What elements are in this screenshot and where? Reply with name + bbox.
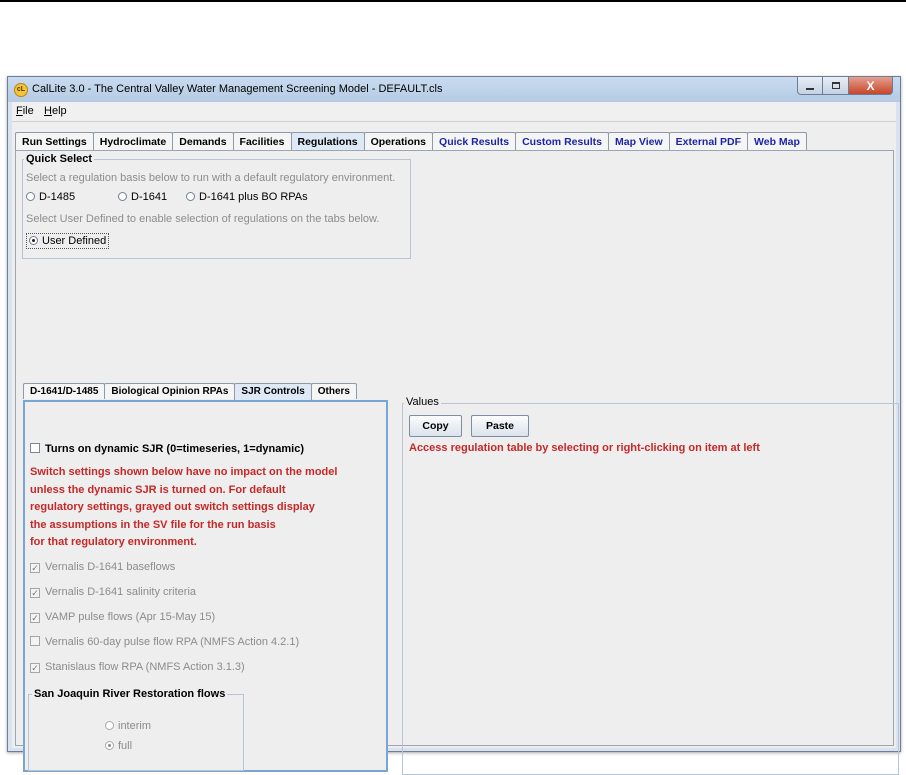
radio-label: D-1641 plus BO RPAs: [199, 191, 308, 203]
regulation-sub-tab-bar: D-1641/D-1485 Biological Opinion RPAs SJR …: [23, 383, 357, 400]
values-group: [402, 403, 899, 775]
minimize-icon: [806, 87, 814, 90]
copy-button[interactable]: Copy: [409, 415, 462, 437]
tab-regulations[interactable]: Regulations: [290, 132, 365, 151]
radio-d1641[interactable]: D-1641: [118, 191, 167, 203]
quick-select-instruction: Select a regulation basis below to run w…: [26, 172, 396, 184]
radio-interim[interactable]: interim: [105, 720, 151, 732]
switch-checkbox[interactable]: ✓ VAMP pulse flows (Apr 15-May 15): [30, 611, 215, 623]
warning-line: for that regulatory environment.: [30, 536, 197, 548]
minimize-button[interactable]: [797, 77, 823, 95]
window-title: CalLite 3.0 - The Central Valley Water M…: [32, 83, 443, 95]
switch-label: Vernalis D-1641 salinity criteria: [45, 586, 197, 598]
page-top-rule: [0, 0, 906, 2]
subtab-biological-opinion-rpas[interactable]: Biological Opinion RPAs: [104, 383, 236, 399]
checkbox-box: [30, 636, 40, 646]
radio-label: User Defined: [42, 235, 107, 247]
checkmark-icon: ✓: [30, 663, 40, 673]
switch-label: VAMP pulse flows (Apr 15-May 15): [45, 611, 216, 623]
radio-label: full: [118, 740, 133, 752]
tab-external-pdf[interactable]: External PDF: [668, 132, 749, 150]
radio-full[interactable]: full: [105, 740, 132, 752]
tab-map-view[interactable]: Map View: [608, 132, 670, 150]
radio-d1485[interactable]: D-1485: [26, 191, 75, 203]
menu-help[interactable]: Help: [44, 105, 67, 117]
checkmark-icon: ✓: [30, 588, 40, 598]
regulations-panel: Quick Select Select a regulation basis b…: [15, 150, 899, 775]
switch-checkbox[interactable]: ✓ Vernalis D-1641 salinity criteria: [30, 586, 196, 598]
switch-label: Vernalis D-1641 baseflows: [45, 561, 176, 573]
subtab-sjr-controls[interactable]: SJR Controls: [234, 383, 312, 400]
switch-checkbox[interactable]: ✓ Stanislaus flow RPA (NMFS Action 3.1.3): [30, 661, 245, 673]
tab-run-settings[interactable]: Run Settings: [15, 132, 94, 150]
dynamic-sjr-checkbox[interactable]: Turns on dynamic SJR (0=timeseries, 1=dy…: [30, 443, 304, 455]
sjr-controls-panel: Turns on dynamic SJR (0=timeseries, 1=dy…: [23, 400, 388, 772]
subtab-others[interactable]: Others: [310, 383, 357, 399]
main-tab-bar: Run Settings Hydroclimate Demands Facilitie…: [15, 132, 807, 151]
close-button[interactable]: X: [849, 77, 893, 95]
checkmark-icon: ✓: [30, 563, 40, 573]
restoration-title: San Joaquin River Restoration flows: [32, 688, 228, 700]
restoration-group: [28, 694, 244, 771]
radio-label: D-1485: [39, 191, 76, 203]
warning-line: Switch settings shown below have no impa…: [30, 466, 338, 478]
tab-demands[interactable]: Demands: [172, 132, 234, 150]
radio-circle: [186, 192, 195, 201]
title-bar[interactable]: cL CalLite 3.0 - The Central Valley Wate…: [8, 77, 900, 102]
tab-facilities[interactable]: Facilities: [232, 132, 292, 150]
menu-file[interactable]: File: [16, 105, 34, 117]
radio-user-defined[interactable]: User Defined: [26, 233, 110, 249]
switch-checkbox[interactable]: ✓ Vernalis D-1641 baseflows: [30, 561, 175, 573]
radio-label: D-1641: [131, 191, 168, 203]
tab-custom-results[interactable]: Custom Results: [515, 132, 609, 150]
sjr-warning-text: Switch settings shown below have no impa…: [30, 464, 337, 552]
switch-label: Vernalis 60-day pulse flow RPA (NMFS Act…: [45, 636, 300, 648]
regulation-table-message: Access regulation table by selecting or …: [409, 442, 760, 454]
quick-select-title: Quick Select: [24, 153, 95, 165]
window-controls: X: [797, 77, 893, 95]
tab-operations[interactable]: Operations: [363, 132, 434, 150]
app-window: cL CalLite 3.0 - The Central Valley Wate…: [7, 76, 901, 775]
switch-label: Stanislaus flow RPA (NMFS Action 3.1.3): [45, 661, 245, 673]
app-logo-icon: cL: [14, 83, 28, 97]
warning-line: the assumptions in the SV file for the r…: [30, 518, 276, 531]
client-area: File Help Run Settings Hydroclimate Demand…: [12, 102, 899, 775]
radio-circle: [118, 192, 127, 201]
tab-hydroclimate[interactable]: Hydroclimate: [92, 132, 174, 150]
maximize-icon: [831, 81, 840, 89]
close-icon: X: [866, 78, 875, 93]
radio-circle: [105, 721, 114, 730]
radio-label: interim: [118, 720, 152, 732]
switch-checkbox[interactable]: Vernalis 60-day pulse flow RPA (NMFS Act…: [30, 636, 299, 648]
warning-line: unless the dynamic SJR is turned on. For…: [30, 483, 286, 496]
radio-d1641-bo-rpas[interactable]: D-1641 plus BO RPAs: [186, 191, 308, 203]
radio-circle-selected: [105, 741, 114, 750]
radio-circle: [26, 192, 35, 201]
subtab-d-1641-d-1485[interactable]: D-1641/D-1485: [23, 383, 106, 399]
radio-circle-selected: [29, 236, 38, 245]
paste-button[interactable]: Paste: [471, 415, 529, 437]
tab-web-map[interactable]: Web Map: [747, 132, 807, 150]
checkmark-icon: ✓: [30, 613, 40, 623]
warning-line: regulatory settings, grayed out switch s…: [30, 501, 315, 513]
maximize-button[interactable]: [823, 77, 849, 95]
menu-bar: File Help: [12, 102, 896, 122]
checkbox-box: [30, 443, 40, 453]
values-title: Values: [404, 396, 441, 408]
tab-quick-results[interactable]: Quick Results: [432, 132, 517, 150]
checkbox-label: Turns on dynamic SJR (0=timeseries, 1=dy…: [45, 443, 305, 455]
user-defined-hint: Select User Defined to enable selection …: [26, 213, 380, 225]
